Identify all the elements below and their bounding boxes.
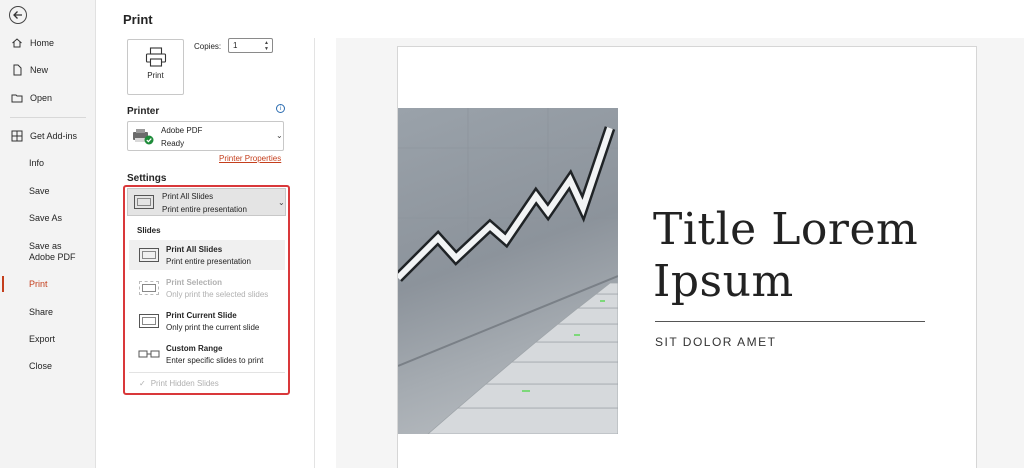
copies-label: Copies: bbox=[194, 42, 222, 51]
menu-section-slides: Slides bbox=[137, 226, 161, 235]
selected-range-title: Print All Slides bbox=[162, 192, 214, 201]
nav-save-as-label: Save As bbox=[29, 212, 63, 223]
all-slides-icon bbox=[134, 195, 154, 209]
printer-status: Ready bbox=[161, 139, 185, 148]
print-range-menu: Slides Print All Slides Print entire pre… bbox=[129, 217, 285, 391]
home-icon bbox=[12, 38, 22, 48]
nav-open-label: Open bbox=[30, 92, 53, 103]
menu-item-custom-range[interactable]: Custom Range Enter specific slides to pr… bbox=[129, 339, 285, 369]
spin-arrows-icon[interactable]: ▲ ▼ bbox=[264, 40, 269, 52]
nav-share[interactable]: Share bbox=[0, 300, 96, 324]
settings-heading: Settings bbox=[127, 173, 167, 184]
backstage-nav: Home New Open Get Add-ins Info Save Save… bbox=[0, 0, 96, 468]
nav-save-as-adobe-pdf[interactable]: Save as Adobe PDF bbox=[0, 239, 96, 265]
nav-home[interactable]: Home bbox=[0, 31, 96, 55]
chevron-down-icon: ⌄ bbox=[276, 131, 283, 140]
menu-item-print-all-slides[interactable]: Print All Slides Print entire presentati… bbox=[129, 240, 285, 270]
nav-export-label: Export bbox=[29, 333, 56, 344]
pdf-printer-icon bbox=[133, 129, 154, 145]
menu-item-title: Print Current Slide bbox=[166, 311, 237, 320]
add-ins-icon bbox=[11, 130, 23, 142]
print-range-dropdown[interactable]: Print All Slides Print entire presentati… bbox=[123, 185, 290, 395]
nav-print[interactable]: Print bbox=[0, 272, 96, 296]
nav-info-label: Info bbox=[29, 157, 45, 168]
menu-item-subtitle: Print entire presentation bbox=[166, 257, 251, 266]
current-slide-icon bbox=[139, 314, 159, 328]
custom-range-icon bbox=[138, 350, 160, 358]
slide-preview: Title Lorem Ipsum SIT DOLOR AMET bbox=[397, 46, 977, 468]
menu-item-title: Custom Range bbox=[166, 344, 223, 353]
print-button-label: Print bbox=[147, 71, 164, 80]
nav-separator bbox=[10, 117, 86, 118]
menu-item-subtitle: Enter specific slides to print bbox=[166, 356, 264, 365]
nav-open[interactable]: Open bbox=[0, 86, 96, 110]
nav-save-as[interactable]: Save As bbox=[0, 206, 96, 230]
copies-value: 1 bbox=[233, 41, 238, 50]
nav-export[interactable]: Export bbox=[0, 327, 96, 351]
panel-divider bbox=[314, 38, 315, 468]
nav-share-label: Share bbox=[29, 306, 54, 317]
slide-title-line-1: Title Lorem bbox=[653, 204, 919, 255]
page-title: Print bbox=[123, 12, 153, 27]
all-slides-icon bbox=[139, 248, 159, 262]
nav-info[interactable]: Info bbox=[0, 151, 96, 175]
printer-icon bbox=[145, 47, 166, 67]
menu-item-subtitle: Only print the current slide bbox=[166, 323, 260, 332]
selected-range-subtitle: Print entire presentation bbox=[162, 205, 247, 214]
nav-close[interactable]: Close bbox=[0, 354, 96, 378]
nav-get-add-ins-label: Get Add-ins bbox=[30, 130, 78, 141]
menu-item-title: Print Selection bbox=[166, 278, 223, 287]
menu-item-title: Print All Slides bbox=[166, 245, 223, 254]
slide-subtitle: SIT DOLOR AMET bbox=[655, 335, 777, 349]
print-hidden-slides-option: ✓ Print Hidden Slides bbox=[129, 372, 285, 388]
print-hidden-slides-label: Print Hidden Slides bbox=[150, 379, 219, 388]
slide-title: Title Lorem Ipsum bbox=[653, 204, 918, 308]
slide-divider bbox=[655, 321, 925, 322]
nav-save[interactable]: Save bbox=[0, 179, 96, 203]
nav-save-label: Save bbox=[29, 185, 50, 196]
open-folder-icon bbox=[11, 94, 23, 103]
printer-heading: Printer bbox=[127, 106, 160, 117]
menu-item-print-current-slide[interactable]: Print Current Slide Only print the curre… bbox=[129, 306, 285, 336]
checkmark-icon: ✓ bbox=[139, 379, 146, 388]
new-icon bbox=[13, 64, 22, 76]
back-arrow-icon bbox=[13, 11, 22, 19]
printer-properties-link[interactable]: Printer Properties bbox=[219, 154, 281, 163]
back-button[interactable] bbox=[9, 6, 27, 24]
nav-new[interactable]: New bbox=[0, 58, 96, 82]
staircase-growth-image bbox=[398, 108, 618, 434]
info-icon[interactable]: i bbox=[276, 104, 285, 113]
nav-print-label: Print bbox=[29, 278, 48, 289]
selection-icon bbox=[139, 281, 159, 295]
slide-title-line-2: Ipsum bbox=[653, 256, 794, 307]
copies-stepper[interactable]: 1 ▲ ▼ bbox=[228, 38, 273, 53]
nav-new-label: New bbox=[30, 64, 49, 75]
chevron-down-icon: ⌄ bbox=[278, 198, 285, 207]
nav-home-label: Home bbox=[30, 37, 55, 48]
nav-close-label: Close bbox=[29, 360, 53, 371]
menu-item-subtitle: Only print the selected slides bbox=[166, 290, 269, 299]
print-range-select[interactable]: Print All Slides Print entire presentati… bbox=[127, 188, 286, 216]
nav-save-as-adobe-pdf-label: Save as Adobe PDF bbox=[29, 241, 76, 262]
printer-name: Adobe PDF bbox=[161, 126, 203, 135]
menu-item-print-selection: Print Selection Only print the selected … bbox=[129, 273, 285, 303]
printer-select[interactable]: Adobe PDF Ready ⌄ bbox=[127, 121, 284, 151]
nav-get-add-ins[interactable]: Get Add-ins bbox=[0, 124, 96, 148]
print-button[interactable]: Print bbox=[127, 39, 184, 95]
